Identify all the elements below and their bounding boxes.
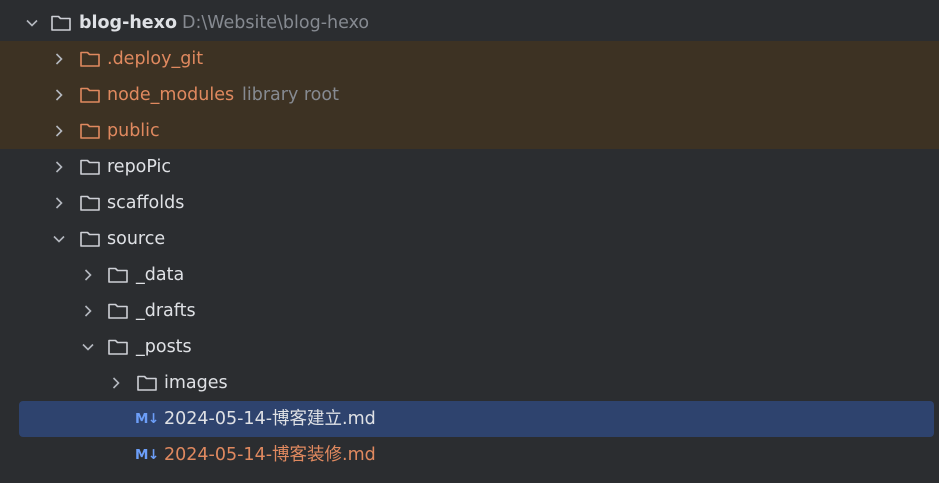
tree-row-public[interactable]: public: [0, 113, 939, 149]
tree-item-label: node_modules: [107, 85, 235, 105]
tree-item-label: _drafts: [136, 301, 196, 321]
markdown-file-icon: M↓: [135, 411, 159, 427]
chevron-down-icon[interactable]: [80, 339, 96, 355]
tree-item-label: .deploy_git: [107, 49, 204, 69]
tree-row-repopic[interactable]: repoPic: [0, 149, 939, 185]
tree-item-label: repoPic: [107, 157, 172, 177]
folder-icon: [107, 301, 129, 321]
chevron-down-icon[interactable]: [51, 231, 67, 247]
chevron-right-icon[interactable]: [80, 267, 96, 283]
tree-item-label: _posts: [136, 337, 192, 357]
tree-item-label: public: [107, 121, 160, 141]
library-root-hint: library root: [242, 85, 339, 105]
folder-icon: [79, 193, 101, 213]
markdown-file-icon: M↓: [135, 447, 159, 463]
chevron-right-icon[interactable]: [51, 123, 67, 139]
chevron-right-icon[interactable]: [51, 51, 67, 67]
folder-icon: [107, 265, 129, 285]
folder-icon: [79, 121, 101, 141]
tree-row-root[interactable]: blog-hexo D:\Website\blog-hexo: [0, 5, 939, 41]
project-name: blog-hexo: [79, 13, 177, 33]
tree-row-images[interactable]: images: [0, 365, 939, 401]
tree-row-drafts[interactable]: _drafts: [0, 293, 939, 329]
tree-item-label: source: [107, 229, 166, 249]
tree-item-label: 2024-05-14-博客建立.md: [164, 409, 376, 429]
tree-row-data[interactable]: _data: [0, 257, 939, 293]
tree-row-md-file-selected[interactable]: M↓ 2024-05-14-博客建立.md: [19, 401, 934, 437]
folder-icon: [50, 13, 72, 33]
folder-icon: [79, 229, 101, 249]
project-path: D:\Website\blog-hexo: [182, 13, 370, 33]
folder-icon: [79, 85, 101, 105]
folder-icon: [79, 157, 101, 177]
folder-icon: [79, 49, 101, 69]
chevron-right-icon[interactable]: [51, 87, 67, 103]
chevron-right-icon[interactable]: [108, 375, 124, 391]
tree-row-deploy-git[interactable]: .deploy_git: [0, 41, 939, 77]
chevron-right-icon[interactable]: [51, 195, 67, 211]
folder-icon: [136, 373, 158, 393]
tree-row-node-modules[interactable]: node_modules library root: [0, 77, 939, 113]
folder-icon: [107, 337, 129, 357]
tree-row-source[interactable]: source: [0, 221, 939, 257]
tree-item-label: scaffolds: [107, 193, 185, 213]
chevron-right-icon[interactable]: [80, 303, 96, 319]
project-tree: blog-hexo D:\Website\blog-hexo .deploy_g…: [0, 0, 939, 483]
tree-row-posts[interactable]: _posts: [0, 329, 939, 365]
tree-item-label: images: [164, 373, 228, 393]
chevron-down-icon[interactable]: [24, 15, 40, 31]
tree-item-label: _data: [136, 265, 185, 285]
chevron-right-icon[interactable]: [51, 159, 67, 175]
tree-row-scaffolds[interactable]: scaffolds: [0, 185, 939, 221]
tree-row-md-file[interactable]: M↓ 2024-05-14-博客装修.md: [0, 437, 939, 473]
tree-item-label: 2024-05-14-博客装修.md: [164, 445, 376, 465]
